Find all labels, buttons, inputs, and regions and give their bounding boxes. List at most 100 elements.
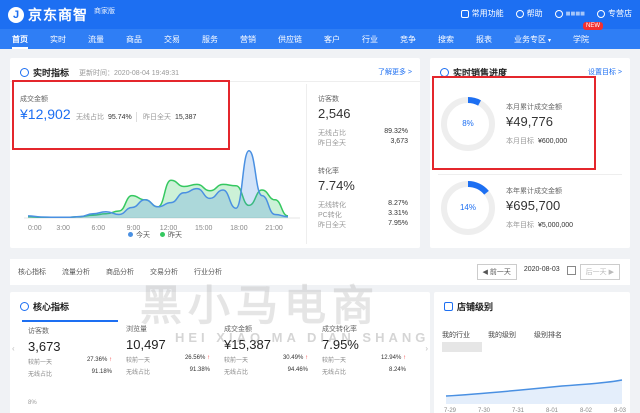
metric-value: 10,497 (126, 337, 166, 352)
realtime-card: 实时指标 更新时间：2020-08-04 19:49:31 了解更多 > 成交金… (10, 58, 420, 248)
sales-progress-card: 实时销售进度 设置目标 > 8% 本月累计成交金额 ¥49,776 本月目标 ¥6… (430, 58, 630, 248)
nav-item-10[interactable]: 竞争 (400, 30, 416, 49)
date-value[interactable]: 2020-08-03 (521, 264, 563, 280)
store-icon (597, 9, 605, 18)
user-name: ■■■■ (565, 9, 585, 18)
nav-item-2[interactable]: 流量 (88, 30, 104, 49)
help-button[interactable]: 帮助 (515, 8, 543, 19)
nav-label: 行业 (362, 34, 378, 44)
series-area-0 (28, 150, 288, 218)
x-tick-label: 8-02 (580, 408, 593, 413)
nav-item-0[interactable]: 首页 (12, 30, 28, 49)
store-col-2[interactable]: 级别排名 (534, 330, 562, 340)
conversion-row-value: 7.95% (388, 220, 408, 227)
legend-yesterday[interactable]: 昨天 (160, 230, 182, 240)
x-tick-label: 8-03 (614, 408, 626, 413)
conversion-row-label: PC转化 (318, 212, 342, 219)
conversion-row-label: 无线转化 (318, 202, 346, 209)
logo-text: 京东商智 (28, 7, 88, 23)
legend-today-swatch (128, 232, 133, 237)
store-col-1[interactable]: 我的级别 (488, 330, 516, 340)
nav-item-14[interactable]: 学院 NEW (573, 21, 604, 49)
metric-wireless-row: 无线占比 8.24% (322, 367, 406, 376)
yearly-gmv-label: 本年累计成交金额 (506, 188, 562, 195)
metric-change-label: 较前一天 (322, 358, 347, 364)
tab-4[interactable]: 行业分析 (194, 267, 222, 277)
x-tick-label: 7-31 (512, 408, 525, 413)
store-level-title: 店铺级别 (444, 300, 493, 313)
metric-change-value: 26.56% (184, 355, 206, 361)
highlight-box-gmv (12, 80, 230, 150)
nav-item-12[interactable]: 报表 (476, 30, 492, 49)
tab-2[interactable]: 商品分析 (106, 267, 134, 277)
nav-item-6[interactable]: 营销 (240, 30, 256, 49)
logo[interactable]: J 京东商智 商家版 (8, 5, 115, 25)
user-account[interactable]: ■■■■ (554, 9, 585, 18)
calendar-icon[interactable] (566, 266, 576, 275)
nav-item-8[interactable]: 客户 (324, 30, 340, 49)
nav-label: 营销 (240, 34, 256, 44)
nav-item-5[interactable]: 服务 (202, 30, 218, 49)
chevron-down-icon: ▾ (548, 37, 552, 44)
nav-item-3[interactable]: 商品 (126, 30, 142, 49)
yearly-progress-pct: 14% (459, 203, 476, 212)
metric-card[interactable]: 成交金额 ¥15,387 较前一天 30.49% ↑ 无线占比 94.46% (218, 320, 314, 390)
legend-today[interactable]: 今天 (128, 230, 150, 240)
store-switch[interactable]: 专营店 (597, 8, 632, 19)
nav-label: 竞争 (400, 34, 416, 44)
tab-3[interactable]: 交易分析 (150, 267, 178, 277)
metric-card[interactable]: 访客数 3,673 较前一天 27.36% ↑ 无线占比 91.18% (22, 320, 118, 390)
tab-0[interactable]: 核心指标 (18, 267, 46, 277)
nav-item-1[interactable]: 实时 (50, 30, 66, 49)
nav-item-9[interactable]: 行业 (362, 30, 378, 49)
nav-item-11[interactable]: 搜索 (438, 30, 454, 49)
grid-icon (460, 9, 469, 18)
conversion-label: 转化率 (318, 168, 339, 175)
date-control: ◀ 前一天 2020-08-03 后一天 ▶ (476, 264, 620, 280)
metric-wireless-label: 无线占比 (322, 370, 347, 376)
metric-change-label: 较前一天 (28, 360, 53, 366)
store-icon (444, 302, 453, 311)
store-level-trend-chart: 7-29 7-30 7-31 8-01 8-02 8-03 (444, 379, 626, 413)
conversion-row-value: 3.31% (388, 210, 408, 217)
metric-name: 访客数 (28, 328, 49, 335)
metric-card[interactable]: 成交转化率 7.95% 较前一天 12.94% ↑ 无线占比 8.24% (316, 320, 412, 390)
nav-item-7[interactable]: 供应链 (278, 30, 302, 49)
scroll-left-icon[interactable]: ‹ (12, 344, 15, 353)
nav-item-4[interactable]: 交易 (164, 30, 180, 49)
metric-card[interactable]: 浏览量 10,497 较前一天 26.56% ↑ 无线占比 91.38% (120, 320, 216, 390)
visitors-value: 2,546 (318, 106, 351, 121)
x-tick-label: 15:00 (195, 225, 213, 232)
top-right-tools: 常用功能 帮助 ■■■■ 专营店 (460, 8, 632, 19)
tab-1[interactable]: 流量分析 (62, 267, 90, 277)
metric-change-label: 较前一天 (126, 358, 151, 364)
conversion-row: PC转化 3.31% (318, 210, 408, 220)
store-level-title-text: 店铺级别 (457, 302, 494, 312)
update-time: 更新时间：2020-08-04 19:49:31 (79, 69, 180, 77)
conversion-row: 昨日全天 7.95% (318, 220, 408, 230)
analysis-tabs: 核心指标 流量分析 商品分析 交易分析 行业分析 ◀ 前一天 2020-08-03 后一… (10, 259, 630, 285)
top-bar: J 京东商智 商家版 常用功能 帮助 ■■■■ 专营店 (0, 0, 640, 29)
common-functions-button[interactable]: 常用功能 (460, 8, 504, 19)
learn-more-link[interactable]: 了解更多 > (378, 67, 412, 77)
nav-item-13[interactable]: 业务专区 ▾ (514, 30, 551, 49)
scroll-right-icon[interactable]: › (425, 344, 428, 353)
metric-wireless-label: 无线占比 (28, 372, 53, 378)
next-day-button: 后一天 ▶ (579, 264, 620, 280)
metric-change-row: 较前一天 30.49% ↑ (224, 355, 308, 364)
industry-value-masked (442, 342, 482, 352)
metric-wireless-label: 无线占比 (126, 370, 151, 376)
x-tick-label: 8-01 (546, 408, 559, 413)
prev-day-button[interactable]: ◀ 前一天 (476, 264, 517, 280)
x-tick-label: 18:00 (230, 225, 248, 232)
chart-legend: 今天 昨天 (128, 230, 182, 240)
metric-change: 26.56% ↑ (185, 355, 210, 364)
nav-label: 客户 (324, 34, 340, 44)
yearly-target-label: 本年目标 (506, 222, 534, 229)
realtime-title-text: 实时指标 (33, 68, 70, 78)
divider (438, 174, 622, 175)
x-tick-label: 7-29 (444, 408, 457, 413)
nav-label: 供应链 (278, 34, 302, 44)
store-level-columns: 我的行业 我的级别 级别排名 (442, 330, 562, 340)
x-tick-label: 21:00 (265, 225, 283, 232)
